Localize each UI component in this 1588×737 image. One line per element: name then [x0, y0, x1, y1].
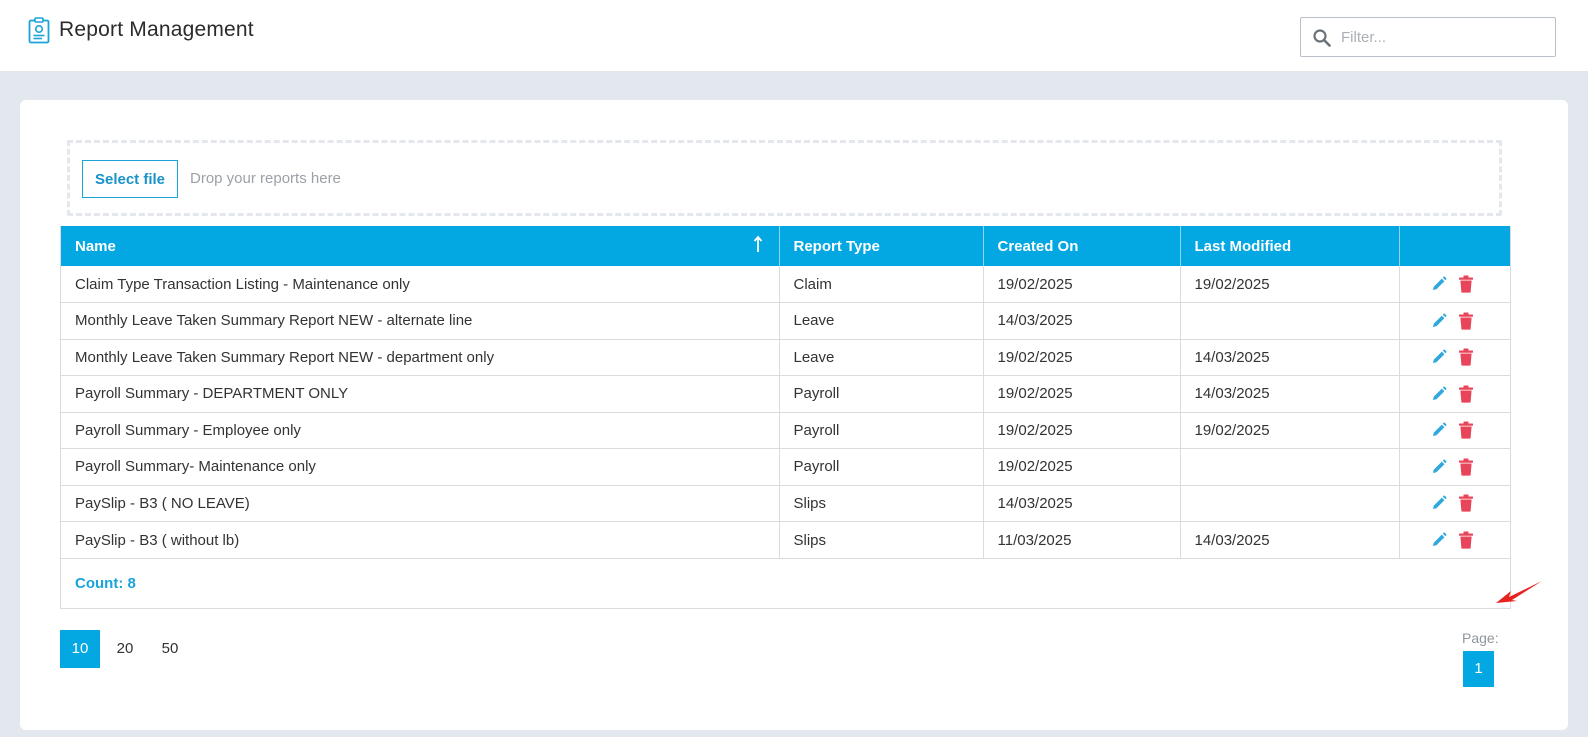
cell-actions [1399, 339, 1510, 376]
pencil-icon[interactable] [1431, 532, 1447, 548]
cell-name: PaySlip - B3 ( without lb) [61, 521, 780, 558]
pencil-icon[interactable] [1431, 422, 1447, 438]
table-row[interactable]: PaySlip - B3 ( NO LEAVE) Slips 14/03/2025 [61, 485, 1510, 522]
cell-actions [1399, 303, 1510, 340]
cell-created-on: 19/02/2025 [983, 339, 1181, 376]
cell-created-on: 19/02/2025 [983, 448, 1181, 485]
report-drop-zone[interactable]: Select file Drop your reports here [67, 140, 1502, 216]
report-clipboard-icon [28, 17, 50, 44]
cell-created-on: 19/02/2025 [983, 266, 1181, 303]
trash-icon[interactable] [1458, 421, 1474, 439]
cell-created-on: 14/03/2025 [983, 302, 1181, 339]
cell-report-type: Leave [779, 339, 984, 376]
page-size-10[interactable]: 10 [60, 630, 100, 668]
table-row[interactable]: Monthly Leave Taken Summary Report NEW -… [61, 339, 1510, 376]
cell-actions [1399, 449, 1510, 486]
cell-name: Payroll Summary - Employee only [61, 412, 780, 449]
column-header-label: Last Modified [1194, 237, 1292, 255]
cell-actions [1399, 485, 1510, 522]
reports-card: Select file Drop your reports here Name [20, 100, 1568, 730]
cell-report-type: Leave [779, 302, 984, 339]
trash-icon[interactable] [1458, 385, 1474, 403]
pencil-icon[interactable] [1431, 459, 1447, 475]
trash-icon[interactable] [1458, 275, 1474, 293]
trash-icon[interactable] [1458, 494, 1474, 512]
cell-name: Payroll Summary- Maintenance only [61, 448, 780, 485]
column-header-label: Name [75, 237, 116, 255]
table-row[interactable]: Payroll Summary- Maintenance only Payroll… [61, 448, 1510, 486]
table-header-row: Name Report Type Created On Last Modifie… [61, 226, 1510, 266]
page-label: Page: [1462, 630, 1499, 646]
column-header-actions [1399, 226, 1510, 266]
filter-field[interactable] [1300, 17, 1556, 57]
trash-icon[interactable] [1458, 348, 1474, 366]
cell-created-on: 19/02/2025 [983, 412, 1181, 449]
column-header-created-on[interactable]: Created On [983, 226, 1181, 266]
cell-last-modified: 19/02/2025 [1180, 412, 1400, 449]
page-title: Report Management [59, 18, 254, 41]
sort-arrow-up-icon[interactable] [753, 235, 763, 253]
trash-icon[interactable] [1458, 531, 1474, 549]
cell-created-on: 11/03/2025 [983, 521, 1181, 558]
column-header-label: Created On [997, 237, 1079, 255]
app-header: Report Management [0, 0, 1588, 72]
cell-last-modified [1180, 302, 1400, 339]
table-row[interactable]: Monthly Leave Taken Summary Report NEW -… [61, 302, 1510, 340]
page-button-1[interactable]: 1 [1463, 651, 1494, 687]
select-file-button[interactable]: Select file [82, 160, 178, 198]
cell-name: Claim Type Transaction Listing - Mainten… [61, 266, 780, 303]
cell-last-modified: 19/02/2025 [1180, 266, 1400, 303]
cell-report-type: Slips [779, 485, 984, 522]
filter-input[interactable] [1339, 24, 1544, 50]
cell-last-modified [1180, 485, 1400, 522]
pencil-icon[interactable] [1431, 495, 1447, 511]
cell-created-on: 19/02/2025 [983, 375, 1181, 412]
pencil-icon[interactable] [1431, 276, 1447, 292]
pencil-icon[interactable] [1431, 313, 1447, 329]
cell-last-modified: 14/03/2025 [1180, 521, 1400, 558]
table-row[interactable]: Claim Type Transaction Listing - Mainten… [61, 266, 1510, 303]
cell-report-type: Slips [779, 521, 984, 558]
table-footer: Count: 8 [61, 558, 1510, 608]
trash-icon[interactable] [1458, 312, 1474, 330]
cell-actions [1399, 522, 1510, 559]
column-header-report-type[interactable]: Report Type [779, 226, 984, 266]
column-header-name[interactable]: Name [61, 226, 780, 266]
cell-actions [1399, 266, 1510, 303]
cell-report-type: Claim [779, 266, 984, 303]
cell-actions [1399, 376, 1510, 413]
cell-report-type: Payroll [779, 448, 984, 485]
page-size-20[interactable]: 20 [105, 630, 145, 668]
cell-created-on: 14/03/2025 [983, 485, 1181, 522]
red-arrow-icon [1496, 581, 1542, 603]
cell-name: Payroll Summary - DEPARTMENT ONLY [61, 375, 780, 412]
table-row[interactable]: PaySlip - B3 ( without lb) Slips 11/03/202… [61, 521, 1510, 559]
cell-last-modified: 14/03/2025 [1180, 375, 1400, 412]
cell-report-type: Payroll [779, 412, 984, 449]
column-header-label: Report Type [793, 237, 880, 255]
cell-report-type: Payroll [779, 375, 984, 412]
page-size-50[interactable]: 50 [150, 630, 190, 668]
cell-name: PaySlip - B3 ( NO LEAVE) [61, 485, 780, 522]
pencil-icon[interactable] [1431, 386, 1447, 402]
record-count: Count: 8 [75, 575, 136, 592]
cell-last-modified: 14/03/2025 [1180, 339, 1400, 376]
drop-zone-hint: Drop your reports here [190, 170, 341, 187]
search-icon [1313, 29, 1331, 47]
cell-name: Monthly Leave Taken Summary Report NEW -… [61, 302, 780, 339]
trash-icon[interactable] [1458, 458, 1474, 476]
cell-last-modified [1180, 448, 1400, 485]
pencil-icon[interactable] [1431, 349, 1447, 365]
table-row[interactable]: Payroll Summary - DEPARTMENT ONLY Payroll… [61, 375, 1510, 413]
reports-table: Name Report Type Created On Last Modifie… [60, 226, 1511, 609]
cell-name: Monthly Leave Taken Summary Report NEW -… [61, 339, 780, 376]
table-row[interactable]: Payroll Summary - Employee only Payroll 19… [61, 412, 1510, 449]
column-header-last-modified[interactable]: Last Modified [1180, 226, 1400, 266]
cell-actions [1399, 412, 1510, 449]
